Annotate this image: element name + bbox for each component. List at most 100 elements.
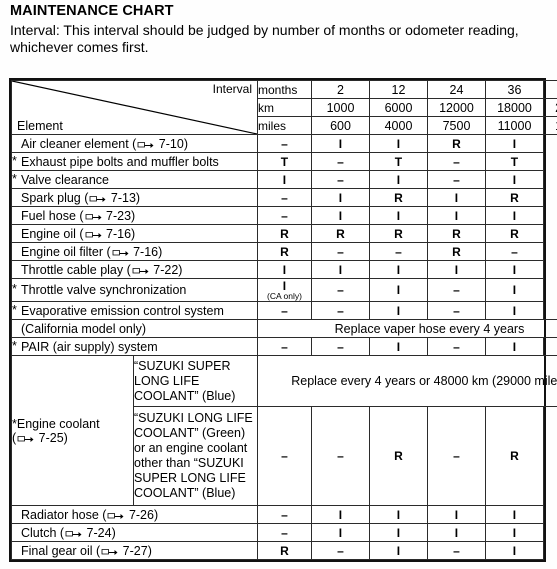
interval-value-cell: – <box>257 505 312 524</box>
merged-note-cell: Replace vaper hose every 4 years <box>257 319 557 338</box>
coolant-type-blue-cell: “SUZUKI SUPER LONG LIFE COOLANT” (Blue) <box>133 355 258 407</box>
interval-header-value: 36 <box>485 80 544 99</box>
interval-value-cell: I (CA only) <box>257 278 312 302</box>
element-cell: Engine oil ( 7-16) <box>11 224 258 243</box>
interval-header-value: 12 <box>369 80 428 99</box>
interval-value-cell: I <box>485 134 544 153</box>
table-row: Clutch ( 7-24) – I I I I <box>11 523 557 542</box>
reference-page: 7-24) <box>83 525 116 540</box>
interval-header-value: 48 <box>543 80 557 99</box>
element-cell: Air cleaner element ( 7-10) <box>11 134 258 153</box>
interval-header-value: 4000 <box>369 116 428 135</box>
interval-value-cell: I <box>257 170 312 189</box>
table-row-coolant-blue: *Engine coolant( 7-25) “SUZUKI SUPER LONG… <box>11 355 557 506</box>
maintenance-table-wrapper: Interval Element months212243648 km10006000… <box>9 78 557 562</box>
interval-value-cell: – <box>311 152 370 171</box>
reference-page: 7-16) <box>102 226 136 241</box>
interval-value-cell: – <box>427 301 486 320</box>
interval-value-cell: I <box>369 523 428 542</box>
element-label: Spark plug ( <box>21 190 89 205</box>
element-cell: * Valve clearance <box>11 170 258 189</box>
interval-value-cell: R <box>369 188 428 207</box>
page-reference-icon <box>89 194 106 203</box>
coolant-blue-note-cell: Replace every 4 years or 48000 km (29000… <box>257 355 557 407</box>
interval-header-value: 12000 <box>427 98 486 117</box>
interval-header-value: 24000 <box>543 98 557 117</box>
page-title: MAINTENANCE CHART <box>10 3 174 19</box>
element-label: Valve clearance <box>21 172 110 187</box>
interval-value-cell: I <box>485 505 544 524</box>
table-row-evap: * Evaporative emission control system – – I –… <box>11 301 557 320</box>
interval-value-cell: I <box>369 505 428 524</box>
element-cell: Engine oil filter ( 7-16) <box>11 242 258 261</box>
table-row: Radiator hose ( 7-26) – I I I I <box>11 505 557 524</box>
asterisk-marker: * <box>12 282 17 296</box>
interval-value-cell: – <box>311 170 370 189</box>
interval-header-value: 18000 <box>485 98 544 117</box>
interval-value-cell: R <box>427 242 486 261</box>
element-cell: * Evaporative emission control system <box>11 301 258 320</box>
interval-value-cell: – <box>311 242 370 261</box>
asterisk-marker: * <box>12 171 17 186</box>
element-label: Throttle cable play ( <box>21 262 131 277</box>
element-label: Clutch ( <box>21 525 65 540</box>
unit-label-cell: miles <box>257 116 312 135</box>
table-row-pair: * PAIR (air supply) system – – I – I <box>11 337 557 356</box>
interval-value-cell: R <box>257 541 312 560</box>
interval-value-cell: I <box>311 260 370 279</box>
interval-value-cell: I <box>485 278 544 302</box>
interval-header-value: 2 <box>311 80 370 99</box>
element-label: Exhaust pipe bolts and muffler bolts <box>21 154 219 169</box>
interval-header-value: 1000 <box>311 98 370 117</box>
element-header-label: Element <box>17 119 63 133</box>
interval-value-cell: R <box>427 224 486 243</box>
element-cell: * Throttle valve synchronization <box>11 278 258 302</box>
asterisk-marker: * <box>12 338 17 353</box>
interval-value-cell: I <box>485 206 544 225</box>
interval-header-label: Interval <box>212 82 252 96</box>
element-label: Air cleaner element ( <box>21 136 137 151</box>
page-reference-icon <box>112 248 129 257</box>
interval-value-cell: – <box>257 188 312 207</box>
element-label: PAIR (air supply) system <box>21 339 158 354</box>
interval-value-cell: R <box>369 224 428 243</box>
element-cell: * PAIR (air supply) system <box>11 337 258 356</box>
reference-page: 7-27) <box>119 543 152 558</box>
element-cell: Spark plug ( 7-13) <box>11 188 258 207</box>
table-row: Engine oil filter ( 7-16) R – – R – <box>11 242 557 261</box>
reference-page: 7-13) <box>107 190 141 205</box>
ca-only-note: (CA only) <box>267 291 302 301</box>
element-cell: Clutch ( 7-24) <box>11 523 258 542</box>
interval-value-cell: – <box>257 337 312 356</box>
interval-value-cell: R <box>485 224 544 243</box>
table-row: Final gear oil ( 7-27) R – I – I <box>11 541 557 560</box>
interval-header-value: 11000 <box>485 116 544 135</box>
interval-value-cell: R <box>369 406 428 506</box>
interval-value-cell: I <box>369 541 428 560</box>
interval-value-cell: – <box>311 541 370 560</box>
interval-value-cell: I <box>257 260 312 279</box>
maintenance-table: Interval Element months212243648 km10006000… <box>11 80 557 560</box>
element-label: Engine coolant <box>16 416 100 431</box>
interval-value-cell: – <box>311 406 370 506</box>
element-cell: * Exhaust pipe bolts and muffler bolts <box>11 152 258 171</box>
interval-value-cell: I <box>369 337 428 356</box>
interval-value-cell: T <box>485 152 544 171</box>
element-cell: Final gear oil ( 7-27) <box>11 541 258 560</box>
element-label: Final gear oil ( <box>21 543 101 558</box>
table-row: * Valve clearance I – I – I <box>11 170 557 189</box>
corner-header-cell: Interval Element <box>11 80 258 135</box>
page-reference-icon <box>107 511 124 520</box>
element-label: Fuel hose ( <box>21 208 84 223</box>
header-row: Interval Element months212243648 <box>11 80 557 135</box>
interval-value-cell: I <box>427 206 486 225</box>
interval-value-cell: I <box>369 206 428 225</box>
table-row: Throttle cable play ( 7-22) I I I I I <box>11 260 557 279</box>
interval-header-value: 14500 <box>543 116 557 135</box>
interval-value-cell: R <box>311 224 370 243</box>
interval-value-cell: I <box>485 523 544 542</box>
table-row: Air cleaner element ( 7-10) – I I R I <box>11 134 557 153</box>
interval-header-value: 600 <box>311 116 370 135</box>
asterisk-marker: * <box>12 153 17 168</box>
element-label: Engine oil ( <box>21 226 84 241</box>
